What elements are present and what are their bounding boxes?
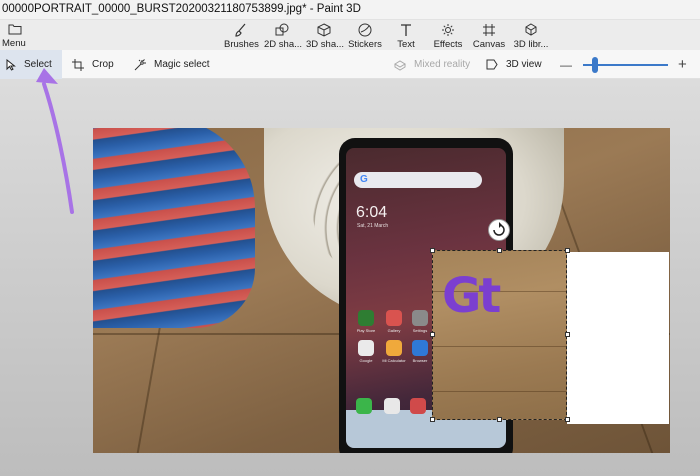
- folder-icon: [8, 24, 22, 35]
- tool-label: 3D sha...: [306, 39, 345, 50]
- phone-date: Sat, 21 March: [357, 223, 389, 229]
- resize-handle[interactable]: [497, 248, 502, 253]
- mixed-reality-label: Mixed reality: [414, 59, 471, 70]
- resize-handle[interactable]: [497, 417, 502, 422]
- wood-plank-line: [433, 391, 566, 392]
- zoom-in-button[interactable]: +: [678, 50, 687, 79]
- rotate-icon: [493, 222, 505, 236]
- resize-handle[interactable]: [565, 248, 570, 253]
- crop-button[interactable]: Crop: [72, 50, 114, 79]
- resize-handle[interactable]: [565, 417, 570, 422]
- tool-label: Brushes: [224, 39, 259, 50]
- zoom-slider-thumb[interactable]: [592, 57, 598, 73]
- resize-handle[interactable]: [430, 332, 435, 337]
- canvas-icon: [483, 24, 495, 36]
- logo-sticker[interactable]: Gt: [442, 272, 501, 320]
- crop-label: Crop: [92, 59, 114, 70]
- window-title: 00000PORTRAIT_00000_BURST202003211807538…: [2, 3, 361, 15]
- resize-handle[interactable]: [430, 248, 435, 253]
- 3d-view-button[interactable]: 3D view: [486, 50, 542, 79]
- play-store-icon: [358, 310, 374, 326]
- tool-canvas[interactable]: Canvas: [472, 23, 506, 50]
- tool-brushes[interactable]: Brushes: [224, 23, 259, 50]
- gallery-icon: [386, 310, 402, 326]
- tool-3d-shapes[interactable]: 3D sha...: [306, 23, 345, 50]
- app-label: Mi Calculator: [382, 358, 406, 363]
- mixed-reality-icon: [394, 59, 406, 71]
- phone-app-icon: [356, 398, 372, 414]
- google-app-icon: [358, 340, 374, 356]
- title-bar: 00000PORTRAIT_00000_BURST202003211807538…: [0, 0, 700, 20]
- crop-icon: [72, 58, 84, 71]
- tool-label: 3D libr...: [513, 39, 549, 50]
- tool-label: 2D sha...: [264, 39, 303, 50]
- app-label: Google: [359, 358, 373, 363]
- settings-icon: [412, 310, 428, 326]
- rotate-handle[interactable]: [488, 219, 510, 241]
- google-icon: G: [360, 174, 368, 185]
- cleared-area: [567, 252, 669, 424]
- brush-icon: [235, 23, 246, 37]
- phone-clock: 6:04: [356, 204, 388, 221]
- zoom-out-button[interactable]: —: [560, 50, 572, 79]
- zoom-in-icon: +: [678, 56, 687, 73]
- tool-stickers[interactable]: Stickers: [348, 23, 382, 50]
- browser-icon: [412, 340, 428, 356]
- magic-select-icon: [134, 58, 146, 70]
- tool-3d-library[interactable]: 3D libr...: [512, 23, 550, 50]
- text-icon: [401, 24, 411, 36]
- zoom-out-icon: —: [560, 57, 572, 72]
- effects-icon: [442, 24, 454, 36]
- tool-2d-shapes[interactable]: 2D sha...: [264, 23, 303, 50]
- wood-plank-line: [433, 346, 566, 347]
- tool-label: Text: [397, 39, 415, 50]
- tool-text[interactable]: Text: [392, 23, 420, 50]
- resize-handle[interactable]: [430, 417, 435, 422]
- camera-app-icon: [410, 398, 426, 414]
- tool-label: Effects: [433, 39, 463, 50]
- mixed-reality-button[interactable]: Mixed reality: [394, 50, 470, 79]
- tool-label: Stickers: [348, 39, 382, 50]
- magic-select-label: Magic select: [154, 59, 210, 70]
- 3d-shapes-icon: [317, 23, 331, 37]
- tool-label: Canvas: [472, 39, 506, 50]
- app-label: Settings: [412, 328, 428, 333]
- 3d-library-icon: [525, 23, 537, 36]
- menu-label: Menu: [2, 38, 26, 49]
- select-label: Select: [24, 59, 52, 70]
- menu-button[interactable]: Menu: [2, 23, 36, 49]
- 3d-view-label: 3D view: [506, 59, 542, 70]
- app-label: Gallery: [387, 328, 401, 333]
- calculator-icon: [386, 340, 402, 356]
- resize-handle[interactable]: [565, 332, 570, 337]
- 2d-shapes-icon: [275, 23, 289, 36]
- app-label: Play Store: [356, 328, 376, 333]
- 3d-view-icon: [486, 59, 498, 70]
- phone-search-bar: G: [354, 172, 482, 188]
- striped-vase: [93, 128, 255, 328]
- stickers-icon: [358, 23, 372, 37]
- select-tool[interactable]: Select: [6, 50, 52, 79]
- tool-effects[interactable]: Effects: [432, 23, 464, 50]
- app-label: Browser: [412, 358, 428, 363]
- magic-select-button[interactable]: Magic select: [134, 50, 210, 79]
- cursor-icon: [6, 58, 16, 71]
- messages-app-icon: [384, 398, 400, 414]
- ribbon: Menu Brushes 2D sha... 3D sha... Sticker…: [0, 20, 700, 50]
